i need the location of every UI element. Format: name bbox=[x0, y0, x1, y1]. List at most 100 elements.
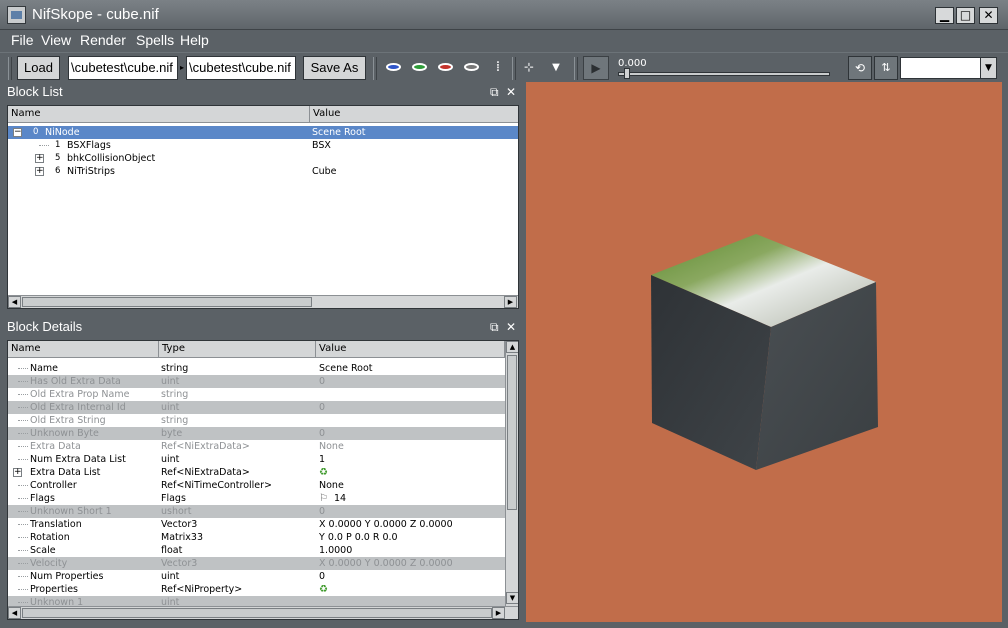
detail-row[interactable]: Rotation Matrix33 Y 0.0 P 0.0 R 0.0 bbox=[8, 531, 505, 544]
scroll-left-button[interactable]: ◀ bbox=[8, 296, 21, 308]
detail-value[interactable]: None bbox=[319, 440, 344, 453]
detail-row[interactable]: Has Old Extra Data uint 0 bbox=[8, 375, 505, 388]
detail-row[interactable]: Unknown Short 1 ushort 0 bbox=[8, 505, 505, 518]
detail-value[interactable]: X 0.0000 Y 0.0000 Z 0.0000 bbox=[319, 557, 453, 570]
column-header-name[interactable]: Name bbox=[8, 106, 310, 123]
link-icon[interactable]: ♻ bbox=[319, 466, 328, 479]
animation-select[interactable]: ▼ bbox=[900, 57, 997, 79]
detail-row[interactable]: Scale float 1.0000 bbox=[8, 544, 505, 557]
chevron-down-icon[interactable]: ▼ bbox=[547, 60, 565, 75]
scroll-right-button[interactable]: ▶ bbox=[504, 296, 517, 308]
float-icon[interactable]: ⧉ bbox=[490, 317, 499, 337]
detail-row[interactable]: Old Extra String string bbox=[8, 414, 505, 427]
chevron-down-icon[interactable]: ▼ bbox=[980, 58, 996, 78]
block-list-row[interactable]: − 0 NiNode Scene Root bbox=[8, 126, 518, 139]
detail-name: Flags bbox=[30, 493, 55, 504]
scroll-left-button[interactable]: ◀ bbox=[8, 607, 21, 619]
axes-icon[interactable]: ⊹ bbox=[520, 60, 538, 75]
expand-icon[interactable]: + bbox=[35, 154, 44, 163]
detail-row[interactable]: Properties Ref<NiProperty> ♻ bbox=[8, 583, 505, 596]
detail-row[interactable]: Name string Scene Root bbox=[8, 362, 505, 375]
close-button[interactable]: ✕ bbox=[979, 7, 998, 24]
detail-value[interactable]: X 0.0000 Y 0.0000 Z 0.0000 bbox=[319, 518, 453, 531]
detail-value[interactable]: 0 bbox=[319, 401, 325, 414]
maximize-button[interactable]: □ bbox=[956, 7, 975, 24]
switch-icon[interactable]: ⇅ bbox=[874, 56, 898, 80]
detail-value[interactable]: 1.0000 bbox=[319, 544, 352, 557]
detail-value[interactable]: 0 bbox=[319, 427, 325, 440]
view-top-icon[interactable] bbox=[384, 60, 402, 75]
toolbar-grip[interactable] bbox=[512, 57, 516, 80]
menu-view[interactable]: View bbox=[41, 32, 71, 48]
detail-row[interactable]: + Extra Data List Ref<NiExtraData> ♻ bbox=[8, 466, 505, 479]
detail-value[interactable]: Y 0.0 P 0.0 R 0.0 bbox=[319, 531, 398, 544]
play-button[interactable]: ▶ bbox=[583, 56, 609, 80]
scroll-thumb[interactable] bbox=[22, 297, 312, 307]
column-header-name[interactable]: Name bbox=[8, 341, 159, 358]
scroll-down-button[interactable]: ▼ bbox=[506, 592, 518, 604]
detail-value[interactable]: 0 bbox=[319, 375, 325, 388]
toolbar-grip[interactable] bbox=[574, 57, 578, 80]
detail-row[interactable]: Flags Flags ⚐ 14 bbox=[8, 492, 505, 505]
time-slider[interactable] bbox=[618, 72, 830, 76]
detail-row[interactable]: Velocity Vector3 X 0.0000 Y 0.0000 Z 0.000… bbox=[8, 557, 505, 570]
horizontal-scrollbar[interactable]: ◀ ▶ bbox=[8, 295, 518, 308]
detail-row[interactable]: Num Extra Data List uint 1 bbox=[8, 453, 505, 466]
view-user-icon[interactable] bbox=[462, 60, 480, 75]
detail-value[interactable]: 0 bbox=[319, 570, 325, 583]
menu-help[interactable]: Help bbox=[180, 32, 209, 48]
block-list-tree[interactable]: Name Value − 0 NiNode Scene Root 1 BSXFlags BS… bbox=[7, 105, 519, 309]
detail-row[interactable]: Translation Vector3 X 0.0000 Y 0.0000 Z 0.… bbox=[8, 518, 505, 531]
detail-value[interactable]: Scene Root bbox=[319, 362, 373, 375]
save-as-button[interactable]: Save As bbox=[303, 56, 366, 80]
block-value: Scene Root bbox=[312, 127, 366, 138]
walk-icon[interactable]: ⁞ bbox=[489, 60, 507, 75]
block-details-tree[interactable]: Name Type Value Name string Scene Root Has … bbox=[7, 340, 519, 620]
detail-row[interactable]: Controller Ref<NiTimeController> None bbox=[8, 479, 505, 492]
save-path-input[interactable]: \cubetest\cube.nif bbox=[186, 56, 296, 80]
scroll-up-button[interactable]: ▲ bbox=[506, 341, 518, 353]
menu-render[interactable]: Render bbox=[80, 32, 126, 48]
column-header-value[interactable]: Value bbox=[316, 341, 505, 358]
collapse-icon[interactable]: − bbox=[13, 128, 22, 137]
column-header-value[interactable]: Value bbox=[310, 106, 518, 123]
detail-row[interactable]: Unknown Byte byte 0 bbox=[8, 427, 505, 440]
menu-spells[interactable]: Spells bbox=[136, 32, 174, 48]
link-icon[interactable]: ♻ bbox=[319, 583, 328, 596]
load-button[interactable]: Load bbox=[17, 56, 60, 80]
detail-row[interactable]: Num Properties uint 0 bbox=[8, 570, 505, 583]
block-details-title-text: Block Details bbox=[7, 319, 83, 334]
detail-row[interactable]: Old Extra Prop Name string bbox=[8, 388, 505, 401]
block-list-row[interactable]: +5 bhkCollisionObject bbox=[8, 152, 518, 165]
flag-icon[interactable]: ⚐ bbox=[319, 492, 328, 505]
render-viewport[interactable] bbox=[526, 82, 1002, 622]
detail-value[interactable]: 0 bbox=[319, 505, 325, 518]
expand-icon[interactable]: + bbox=[35, 167, 44, 176]
load-path-input[interactable]: \cubetest\cube.nif bbox=[68, 56, 178, 80]
view-front-icon[interactable] bbox=[410, 60, 428, 75]
minimize-button[interactable]: ▁ bbox=[935, 7, 954, 24]
horizontal-scrollbar[interactable]: ◀ ▶ bbox=[8, 606, 518, 619]
close-icon[interactable]: ✕ bbox=[506, 317, 516, 337]
detail-value[interactable]: 14 bbox=[334, 492, 346, 505]
detail-value[interactable]: None bbox=[319, 479, 344, 492]
block-list-row[interactable]: 1 BSXFlags BSX bbox=[8, 139, 518, 152]
vertical-scrollbar[interactable]: ▲ ▼ bbox=[505, 341, 518, 606]
toolbar-grip[interactable] bbox=[373, 57, 377, 80]
toolbar-grip[interactable] bbox=[8, 57, 12, 80]
menu-file[interactable]: File bbox=[11, 32, 34, 48]
detail-value[interactable]: 1 bbox=[319, 453, 325, 466]
view-side-icon[interactable] bbox=[436, 60, 454, 75]
detail-row[interactable]: Old Extra Internal Id uint 0 bbox=[8, 401, 505, 414]
time-slider-handle[interactable] bbox=[624, 68, 630, 79]
expand-icon[interactable]: + bbox=[13, 468, 22, 477]
column-header-type[interactable]: Type bbox=[159, 341, 316, 358]
loop-icon[interactable]: ⟲ bbox=[848, 56, 872, 80]
detail-row[interactable]: Extra Data Ref<NiExtraData> None bbox=[8, 440, 505, 453]
block-list-row[interactable]: +6 NiTriStrips Cube bbox=[8, 165, 518, 178]
scroll-thumb[interactable] bbox=[507, 355, 517, 510]
scroll-right-button[interactable]: ▶ bbox=[492, 607, 505, 619]
float-icon[interactable]: ⧉ bbox=[490, 82, 499, 102]
close-icon[interactable]: ✕ bbox=[506, 82, 516, 102]
scroll-thumb[interactable] bbox=[22, 608, 492, 618]
